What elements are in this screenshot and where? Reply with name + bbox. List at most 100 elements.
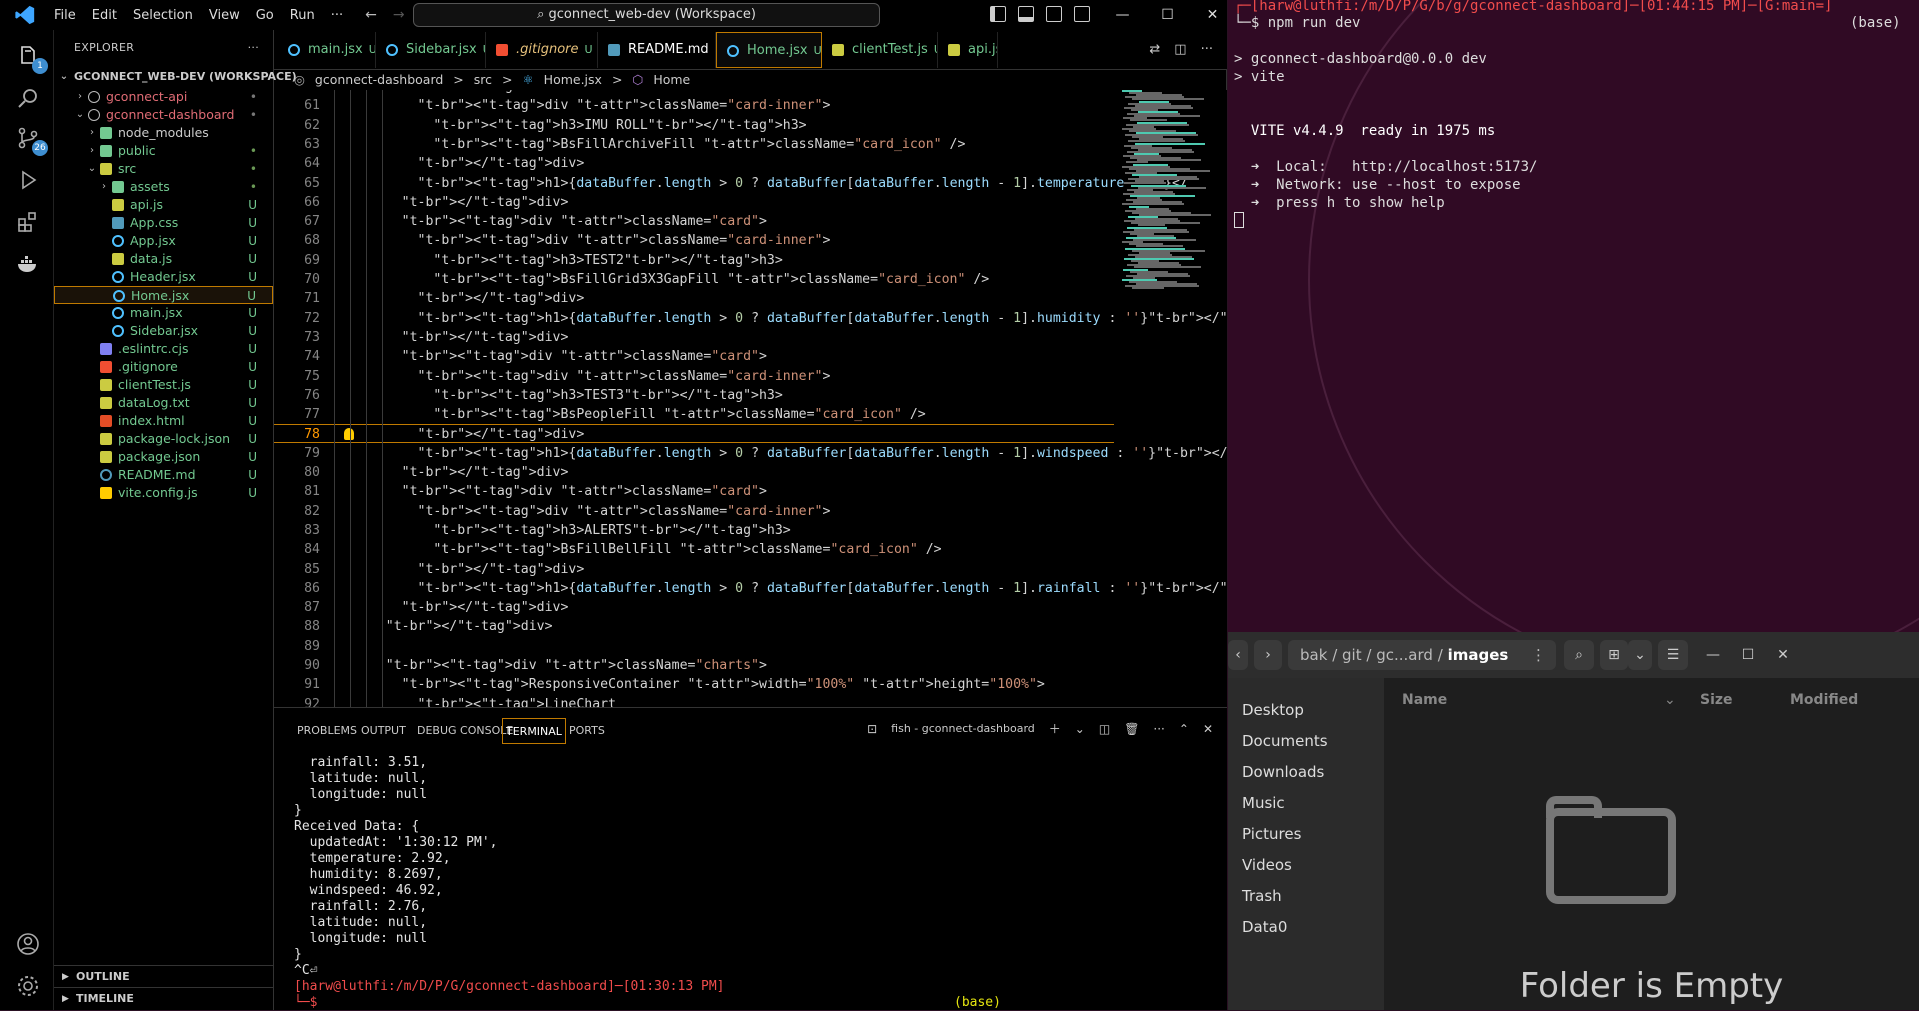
docker-icon[interactable] bbox=[16, 252, 40, 276]
place-videos[interactable]: Videos bbox=[1242, 853, 1292, 877]
extensions-icon[interactable] bbox=[16, 210, 40, 234]
split-terminal-icon[interactable]: ◫ bbox=[1099, 722, 1110, 736]
tree-item[interactable]: package.json U bbox=[54, 448, 273, 466]
path-current[interactable]: images bbox=[1448, 646, 1509, 664]
tree-item[interactable]: › node_modules bbox=[54, 124, 273, 142]
editor-tab[interactable]: clientTest.jsU bbox=[822, 32, 938, 68]
editor-tab[interactable]: api.js bbox=[938, 32, 998, 68]
column-name[interactable]: Name bbox=[1402, 692, 1447, 708]
menu-more[interactable]: ··· bbox=[323, 8, 351, 23]
more-actions-icon[interactable]: ··· bbox=[1201, 42, 1213, 57]
place-desktop[interactable]: Desktop bbox=[1242, 698, 1304, 722]
breadcrumb-item[interactable]: Home bbox=[653, 72, 690, 87]
menu-view[interactable]: View bbox=[201, 8, 248, 23]
breadcrumb-item[interactable]: gconnect-dashboard bbox=[315, 72, 443, 87]
maximize-icon[interactable]: ☐ bbox=[1145, 0, 1190, 30]
tree-item[interactable]: README.md U bbox=[54, 466, 273, 484]
split-editor-icon[interactable]: ◫ bbox=[1174, 42, 1186, 57]
breadcrumb-item[interactable]: src bbox=[474, 72, 492, 87]
back-arrow-icon[interactable]: ← bbox=[365, 7, 377, 23]
place-trash[interactable]: Trash bbox=[1242, 884, 1282, 908]
toggle-panel-icon[interactable] bbox=[1018, 6, 1034, 22]
tree-item[interactable]: vite.config.js U bbox=[54, 484, 273, 502]
tree-item[interactable]: index.html U bbox=[54, 412, 273, 430]
minimize-icon[interactable]: — bbox=[1100, 0, 1145, 30]
timeline-section[interactable]: ▶ TIMELINE bbox=[54, 987, 273, 1009]
tree-item[interactable]: App.jsx U bbox=[54, 232, 273, 250]
tree-item[interactable]: main.jsx U bbox=[54, 304, 273, 322]
tree-item[interactable]: ⌄ gconnect-dashboard • bbox=[54, 106, 273, 124]
tree-item[interactable]: .gitignore U bbox=[54, 358, 273, 376]
hamburger-menu-icon[interactable]: ☰ bbox=[1658, 640, 1688, 670]
tree-item[interactable]: api.js U bbox=[54, 196, 273, 214]
place-pictures[interactable]: Pictures bbox=[1242, 822, 1301, 846]
chevron-down-icon[interactable]: ⌄ bbox=[1664, 692, 1676, 708]
close-icon[interactable]: ✕ bbox=[1768, 640, 1798, 670]
tab-output[interactable]: OUTPUT bbox=[358, 718, 409, 744]
file-list[interactable]: Name ⌄ Size Modified Folder is Empty bbox=[1384, 678, 1919, 1010]
external-terminal[interactable]: ┌─[harw@luthfi:/m/D/P/G/b/g/gconnect-das… bbox=[1228, 0, 1919, 632]
tab-terminal[interactable]: TERMINAL bbox=[502, 718, 566, 744]
tree-item[interactable]: App.css U bbox=[54, 214, 273, 232]
terminal-name[interactable]: fish - gconnect-dashboard bbox=[891, 722, 1035, 735]
maximize-icon[interactable]: ☐ bbox=[1733, 640, 1763, 670]
customize-layout-icon[interactable] bbox=[1074, 6, 1090, 22]
editor-tab[interactable]: .gitignore U bbox=[486, 32, 598, 68]
path-menu-icon[interactable]: ⋮ bbox=[1531, 640, 1546, 670]
tab-ports[interactable]: PORTS bbox=[566, 718, 608, 744]
menu-run[interactable]: Run bbox=[282, 8, 323, 23]
column-modified[interactable]: Modified bbox=[1790, 692, 1858, 708]
path-segment[interactable]: gc...ard bbox=[1376, 646, 1433, 664]
menu-go[interactable]: Go bbox=[248, 8, 282, 23]
tree-item[interactable]: package-lock.json U bbox=[54, 430, 273, 448]
minimize-icon[interactable]: — bbox=[1698, 640, 1728, 670]
back-icon[interactable]: ‹ bbox=[1228, 640, 1248, 670]
minimap[interactable] bbox=[1118, 90, 1218, 707]
breadcrumb-item[interactable]: Home.jsx bbox=[544, 72, 602, 87]
tree-item[interactable]: .eslintrc.cjs U bbox=[54, 340, 273, 358]
path-bar[interactable]: bak / git / gc...ard / images ⋮ bbox=[1288, 640, 1556, 670]
toggle-primary-sidebar-icon[interactable] bbox=[990, 6, 1006, 22]
tree-item[interactable]: › assets • bbox=[54, 178, 273, 196]
path-segment[interactable]: git bbox=[1342, 646, 1362, 664]
tree-item[interactable]: dataLog.txt U bbox=[54, 394, 273, 412]
code-editor[interactable]: 60 "t-br"><"t-tag">div "t-attr">classNam… bbox=[274, 90, 1227, 708]
workspace-root[interactable]: ⌄ GCONNECT_WEB-DEV (WORKSPACE) bbox=[54, 66, 297, 88]
command-center[interactable]: ⌕ gconnect_web-dev (Workspace) bbox=[413, 3, 880, 27]
toggle-secondary-sidebar-icon[interactable] bbox=[1046, 6, 1062, 22]
chevron-down-icon[interactable]: ⌄ bbox=[1075, 722, 1085, 736]
tree-item[interactable]: › public • bbox=[54, 142, 273, 160]
more-actions-icon[interactable]: ··· bbox=[1153, 722, 1164, 736]
menu-edit[interactable]: Edit bbox=[84, 8, 125, 23]
place-music[interactable]: Music bbox=[1242, 791, 1285, 815]
run-debug-icon[interactable] bbox=[16, 168, 40, 192]
maximize-panel-icon[interactable]: ⌃ bbox=[1179, 722, 1189, 736]
editor-tab[interactable]: Sidebar.jsxU bbox=[376, 32, 486, 68]
menu-file[interactable]: File bbox=[46, 8, 84, 23]
place-data0[interactable]: Data0 bbox=[1242, 915, 1287, 939]
grid-view-icon[interactable]: ⊞ bbox=[1600, 640, 1628, 670]
place-documents[interactable]: Documents bbox=[1242, 729, 1328, 753]
search-icon[interactable]: ⌕ bbox=[1564, 640, 1594, 670]
editor-tab[interactable]: README.md● bbox=[598, 32, 716, 68]
trash-icon[interactable]: 🗑 bbox=[1124, 722, 1139, 736]
tab-problems[interactable]: PROBLEMS bbox=[294, 718, 360, 744]
forward-arrow-icon[interactable]: → bbox=[393, 7, 405, 23]
tree-item[interactable]: Header.jsx U bbox=[54, 268, 273, 286]
editor-tab[interactable]: Home.jsxU✕ bbox=[716, 32, 822, 68]
menu-selection[interactable]: Selection bbox=[125, 8, 201, 23]
compare-changes-icon[interactable]: ⇄ bbox=[1149, 42, 1160, 57]
place-downloads[interactable]: Downloads bbox=[1242, 760, 1324, 784]
add-terminal-icon[interactable]: ＋ bbox=[1049, 720, 1061, 737]
gear-icon[interactable] bbox=[16, 974, 40, 998]
tree-item[interactable]: Home.jsx U bbox=[54, 286, 273, 304]
path-segment[interactable]: bak bbox=[1300, 646, 1327, 664]
close-panel-icon[interactable]: ✕ bbox=[1203, 722, 1213, 736]
tree-item[interactable]: › gconnect-api • bbox=[54, 88, 273, 106]
more-actions-icon[interactable]: ··· bbox=[248, 30, 259, 66]
tree-item[interactable]: data.js U bbox=[54, 250, 273, 268]
tab-debug-console[interactable]: DEBUG CONSOLE bbox=[414, 718, 516, 744]
chevron-down-icon[interactable]: ⌄ bbox=[1628, 640, 1652, 670]
account-icon[interactable] bbox=[16, 932, 40, 956]
lightbulb-icon[interactable] bbox=[344, 428, 354, 441]
